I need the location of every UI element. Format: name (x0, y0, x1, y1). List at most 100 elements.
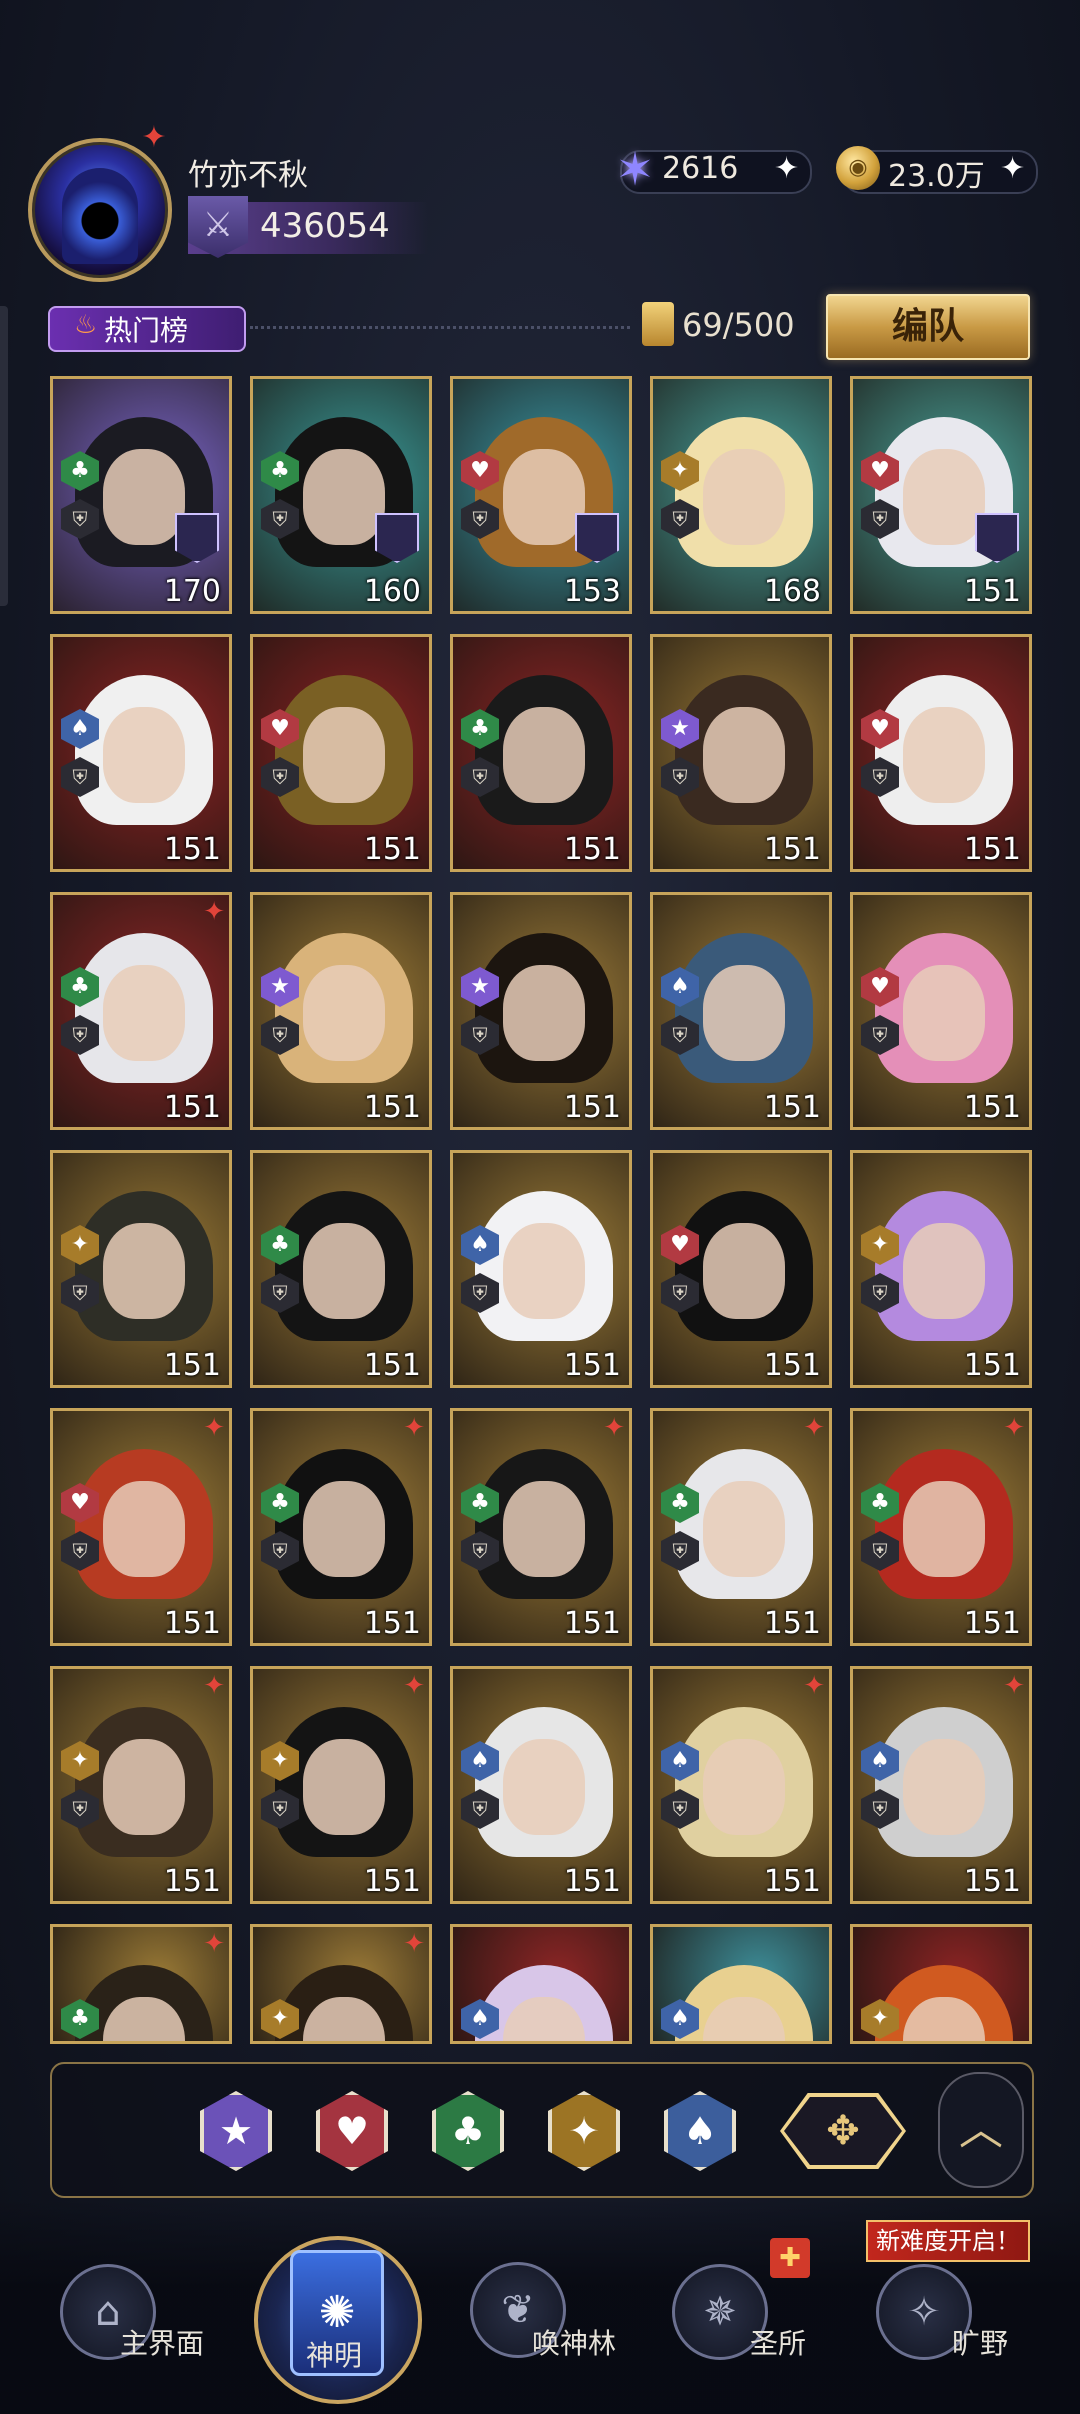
character-face (303, 449, 385, 545)
deity-card[interactable]: ♥ ⛨ 151 (650, 1150, 832, 1388)
character-face (303, 1739, 385, 1835)
card-slot-icon (642, 302, 674, 346)
card-level: 151 (963, 832, 1021, 867)
deity-card[interactable]: ♠ ⛨ 151 (650, 892, 832, 1130)
character-face (903, 707, 985, 803)
deity-card[interactable]: ♣ ⛨ ✦ 151 (450, 1408, 632, 1646)
card-level: 151 (163, 1606, 221, 1641)
card-level: 151 (363, 1090, 421, 1125)
nav-label-home[interactable]: 主界面 (120, 2322, 204, 2362)
gold-coin-icon: ◉ (836, 146, 880, 190)
deity-card[interactable]: ★ ⛨ 151 (450, 892, 632, 1130)
card-level: 151 (963, 574, 1021, 609)
character-face (703, 1481, 785, 1577)
deity-card[interactable]: ♠ ⛨ 151 (450, 1150, 632, 1388)
deity-card[interactable]: ♣ ⛨ ✦ 151 (850, 1408, 1032, 1646)
deity-card[interactable]: ♠ ⛨ ✦ 151 (850, 1666, 1032, 1904)
character-face (103, 965, 185, 1061)
deity-card[interactable]: ✦ ⛨ 168 (650, 376, 832, 614)
upgrade-available-icon: ✦ (403, 1413, 425, 1443)
deity-card[interactable]: ♣ ⛨ ✦ 151 (50, 892, 232, 1130)
collapse-filter-chevron-icon[interactable]: ︿ (938, 2072, 1024, 2188)
character-face (703, 449, 785, 545)
deity-card[interactable]: ♥ ⛨ 151 (850, 892, 1032, 1130)
card-level: 151 (563, 832, 621, 867)
deity-card[interactable]: ♣ ⛨ ✦ 151 (250, 1408, 432, 1646)
deity-card[interactable]: ✦⛨ (850, 1924, 1032, 2044)
card-level: 151 (363, 1864, 421, 1899)
deity-card[interactable]: ♥ ⛨ 151 (250, 634, 432, 872)
deity-card[interactable]: ♠ ⛨ 151 (50, 634, 232, 872)
nav-label-deity[interactable]: 神明 (306, 2334, 362, 2374)
deity-card[interactable]: ♥ ⛨ 153 (450, 376, 632, 614)
card-level: 151 (763, 832, 821, 867)
upgrade-available-icon: ✦ (403, 1671, 425, 1701)
character-face (703, 1223, 785, 1319)
card-level: 151 (363, 832, 421, 867)
deity-card[interactable]: ★ ⛨ 151 (250, 892, 432, 1130)
character-face (503, 1739, 585, 1835)
card-level: 151 (363, 1606, 421, 1641)
flame-icon: ♨ (74, 310, 98, 340)
deity-card[interactable]: ♣ ⛨ 151 (250, 1150, 432, 1388)
deity-card[interactable]: ♥ ⛨ ✦ 151 (50, 1408, 232, 1646)
character-face (103, 707, 185, 803)
team-formation-button[interactable]: 编队 (826, 294, 1030, 360)
character-face (303, 1223, 385, 1319)
card-level: 151 (163, 1090, 221, 1125)
deity-card[interactable]: ♣ ⛨ 160 (250, 376, 432, 614)
character-face (903, 965, 985, 1061)
character-face (503, 1223, 585, 1319)
upgrade-available-icon: ✦ (803, 1671, 825, 1701)
upgrade-available-icon: ✦ (803, 1413, 825, 1443)
deity-card[interactable]: ♣ ⛨ 170 (50, 376, 232, 614)
card-level: 151 (763, 1090, 821, 1125)
card-level: 151 (763, 1606, 821, 1641)
character-face (303, 707, 385, 803)
character-face (103, 449, 185, 545)
nav-label-sanctuary[interactable]: 圣所 (750, 2322, 806, 2362)
nav-label-grove[interactable]: 唤神林 (532, 2322, 616, 2362)
character-face (903, 449, 985, 545)
add-star-currency-button[interactable]: ✦ (774, 151, 799, 186)
card-level: 151 (363, 1348, 421, 1383)
character-face (103, 1481, 185, 1577)
side-edge-tab[interactable] (0, 306, 8, 606)
deity-card[interactable]: ★ ⛨ 151 (650, 634, 832, 872)
nav-label-wilds[interactable]: 旷野 (952, 2322, 1008, 2362)
character-face (503, 1481, 585, 1577)
hooded-figure-portrait (62, 168, 138, 264)
deity-card[interactable]: ♠⛨ (650, 1924, 832, 2044)
card-level: 153 (563, 574, 621, 609)
upgrade-available-icon: ✦ (1003, 1671, 1025, 1701)
player-name: 竹亦不秋 (188, 158, 308, 193)
deity-card[interactable]: ♣ ⛨ 151 (450, 634, 632, 872)
upgrade-available-icon: ✦ (403, 1929, 425, 1959)
deity-card[interactable]: ♥ ⛨ 151 (850, 634, 1032, 872)
deity-card[interactable]: ♠ ⛨ ✦ 151 (650, 1666, 832, 1904)
add-gold-button[interactable]: ✦ (1000, 151, 1025, 186)
power-value: 436054 (260, 206, 390, 246)
card-level: 151 (563, 1864, 621, 1899)
character-face (503, 449, 585, 545)
character-face (103, 1223, 185, 1319)
card-level: 151 (963, 1348, 1021, 1383)
deity-card[interactable]: ♠ ⛨ 151 (450, 1666, 632, 1904)
deity-card[interactable]: ♥ ⛨ 151 (850, 376, 1032, 614)
upgrade-available-icon: ✦ (203, 1671, 225, 1701)
deity-card[interactable]: ✦ ⛨ ✦ 151 (50, 1666, 232, 1904)
upgrade-available-icon: ✦ (203, 897, 225, 927)
deity-card[interactable]: ✦ ⛨ ✦ 151 (250, 1666, 432, 1904)
card-level: 151 (563, 1090, 621, 1125)
card-level: 168 (763, 574, 821, 609)
deity-card[interactable]: ♣⛨✦ (50, 1924, 232, 2044)
player-avatar[interactable] (28, 138, 172, 282)
upgrade-available-icon: ✦ (203, 1929, 225, 1959)
deity-card[interactable]: ♣ ⛨ ✦ 151 (650, 1408, 832, 1646)
card-level: 151 (163, 832, 221, 867)
deity-card[interactable]: ✦ ⛨ 151 (850, 1150, 1032, 1388)
card-level: 170 (163, 574, 221, 609)
deity-card[interactable]: ♠⛨ (450, 1924, 632, 2044)
deity-card[interactable]: ✦⛨✦ (250, 1924, 432, 2044)
deity-card[interactable]: ✦ ⛨ 151 (50, 1150, 232, 1388)
